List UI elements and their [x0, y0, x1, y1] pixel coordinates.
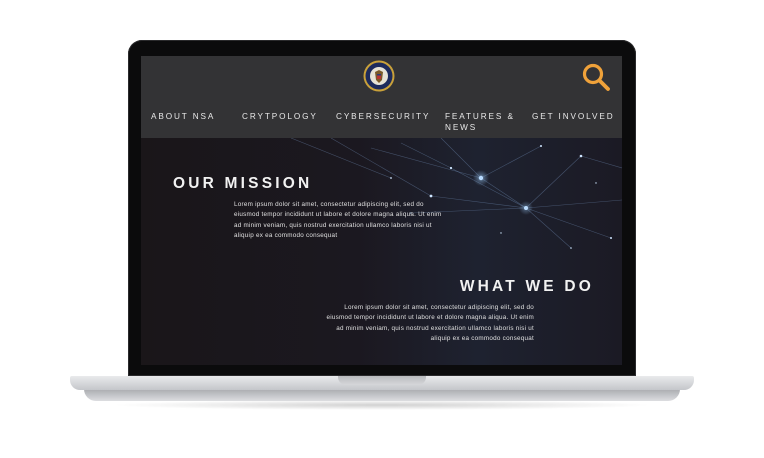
- search-icon[interactable]: [581, 62, 611, 92]
- laptop-shadow: [110, 400, 654, 410]
- what-we-do-heading: WHAT WE DO: [459, 278, 594, 295]
- mission-text: Lorem ipsum dolor sit amet, consectetur …: [234, 200, 484, 241]
- mission-line: aliquip ex ea commodo consequat: [234, 231, 338, 239]
- what-line: aliquip ex ea commodo consequat: [430, 334, 534, 342]
- nsa-seal-icon[interactable]: [363, 60, 395, 92]
- nav-item-about[interactable]: ABOUT NSA: [151, 111, 215, 122]
- laptop-notch: [338, 376, 426, 385]
- laptop-base-lower: [84, 389, 680, 401]
- mission-line: eiusmod tempor incididunt ut labore et d…: [234, 211, 442, 219]
- hero-section: OUR MISSION Lorem ipsum dolor sit amet, …: [141, 138, 622, 365]
- laptop-screen: ABOUT NSA CRYTPOLOGY CYBERSECURITY FEATU…: [141, 56, 622, 365]
- what-line: eiusmod tempor incididunt ut labore et d…: [326, 314, 534, 322]
- nav-item-cryptology[interactable]: CRYTPOLOGY: [242, 111, 318, 122]
- mission-heading: OUR MISSION: [173, 175, 313, 192]
- nav-item-get-involved[interactable]: GET INVOLVED: [532, 111, 615, 122]
- what-line: Lorem ipsum dolor sit amet, consectetur …: [344, 304, 534, 311]
- nav-item-features-news[interactable]: FEATURES & NEWS: [445, 111, 521, 133]
- nav-item-cybersecurity[interactable]: CYBERSECURITY: [336, 111, 430, 122]
- site-header: ABOUT NSA CRYTPOLOGY CYBERSECURITY FEATU…: [141, 56, 622, 138]
- what-we-do-text: Lorem ipsum dolor sit amet, consectetur …: [288, 303, 534, 344]
- mission-line: ad minim veniam, quis nostrud exercitati…: [234, 221, 432, 229]
- mission-line: Lorem ipsum dolor sit amet, consectetur …: [234, 201, 424, 208]
- what-line: ad minim veniam, quis nostrud exercitati…: [336, 324, 534, 332]
